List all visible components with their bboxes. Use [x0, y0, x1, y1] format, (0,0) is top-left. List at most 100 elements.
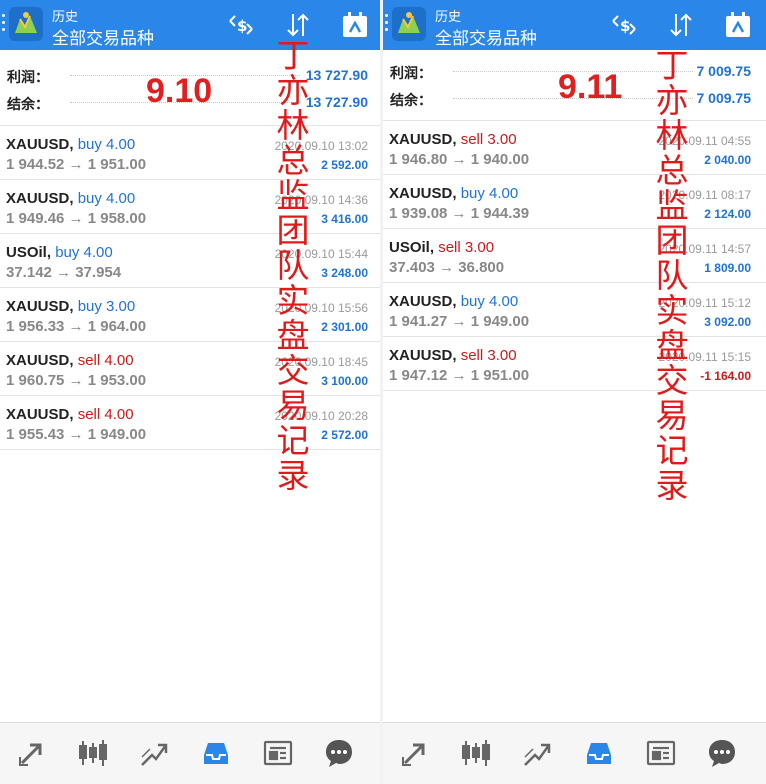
trade-row[interactable]: XAUUSD, buy 3.00 1 956.33 → 1 964.00 202… [0, 288, 380, 342]
trade-profit: 1 809.00 [704, 261, 751, 275]
calendar-icon[interactable] [340, 10, 370, 40]
trade-row[interactable]: XAUUSD, buy 4.00 1 949.46 → 1 958.00 202… [0, 180, 380, 234]
balance-value: 13 727.90 [305, 94, 368, 110]
account-summary: 利润： 7 009.75 结余： 7 009.75 9.11 [383, 50, 766, 122]
news-icon[interactable] [262, 737, 294, 769]
trade-prices: 1 960.75 → 1 953.00 [6, 372, 147, 389]
trade-symbol: USOil, [6, 244, 52, 261]
trade-row[interactable]: USOil, sell 3.00 37.403 → 36.800 2020.09… [383, 229, 766, 283]
trade-icon[interactable] [138, 737, 170, 769]
history-icon[interactable] [200, 737, 232, 769]
trade-profit: 2 592.00 [321, 158, 368, 172]
bottom-navigation [383, 722, 766, 784]
trade-symbol: XAUUSD, [6, 406, 74, 423]
trade-side: buy 4.00 [460, 185, 519, 202]
trade-side: sell 4.00 [77, 406, 134, 423]
date-annotation: 9.10 [146, 72, 213, 110]
chat-icon[interactable] [706, 737, 738, 769]
trade-profit: 3 100.00 [321, 374, 368, 388]
trade-prices: 37.403 → 36.800 [389, 259, 505, 276]
header-title: 历史 [435, 9, 462, 24]
trade-symbol: XAUUSD, [6, 298, 74, 315]
symbol-filter[interactable]: 全部交易品种 [52, 24, 154, 49]
svg-text:$: $ [620, 17, 630, 35]
trade-prices: 1 956.33 → 1 964.00 [6, 318, 147, 335]
trade-symbol: XAUUSD, [389, 293, 457, 310]
quotes-icon[interactable] [16, 737, 48, 769]
trade-side: sell 3.00 [460, 131, 517, 148]
trade-side: sell 3.00 [438, 239, 495, 256]
trade-symbol: XAUUSD, [6, 352, 74, 369]
chart-candlestick-icon[interactable] [460, 737, 492, 769]
bottom-navigation [0, 722, 380, 784]
profit-value: 13 727.90 [305, 67, 368, 83]
balance-value: 7 009.75 [696, 90, 752, 106]
trade-row[interactable]: XAUUSD, sell 4.00 1 960.75 → 1 953.00 20… [0, 342, 380, 396]
menu-dots-icon[interactable] [2, 14, 5, 36]
sort-icon[interactable] [666, 10, 696, 40]
trade-prices: 1 941.27 → 1 949.00 [389, 313, 530, 330]
history-screen-right: 历史 全部交易品种 $ 利润： 7 009.75 结余： 7 009.75 9.… [383, 0, 766, 784]
trade-prices: 1 944.52 → 1 951.00 [6, 156, 147, 173]
trade-row[interactable]: XAUUSD, buy 4.00 1 941.27 → 1 949.00 202… [383, 283, 766, 337]
balance-label: 结余： [390, 92, 432, 108]
trade-profit: 3 416.00 [321, 212, 368, 226]
symbol-filter[interactable]: 全部交易品种 [435, 24, 537, 49]
team-record-watermark: 丁亦林总监团队实盘交易记录 [276, 36, 310, 495]
trade-symbol: XAUUSD, [389, 185, 457, 202]
trade-profit: 3 092.00 [704, 315, 751, 329]
trade-side: buy 3.00 [77, 298, 136, 315]
balance-label: 结余： [7, 96, 49, 112]
svg-text:$: $ [237, 17, 247, 35]
trade-prices: 1 955.43 → 1 949.00 [6, 426, 147, 443]
trade-side: sell 4.00 [77, 352, 134, 369]
trade-row[interactable]: XAUUSD, buy 4.00 1 944.52 → 1 951.00 202… [0, 126, 380, 180]
trade-side: buy 4.00 [460, 293, 519, 310]
trade-prices: 37.142 → 37.954 [6, 264, 122, 281]
trade-profit: 2 572.00 [321, 428, 368, 442]
trade-row[interactable]: XAUUSD, buy 4.00 1 939.08 → 1 944.39 202… [383, 175, 766, 229]
profit-label: 利润： [390, 65, 432, 81]
app-header: 历史 全部交易品种 $ [383, 0, 766, 50]
trade-row[interactable]: XAUUSD, sell 4.00 1 955.43 → 1 949.00 20… [0, 396, 380, 450]
profit-value: 7 009.75 [696, 63, 752, 79]
trade-side: buy 4.00 [55, 244, 113, 261]
trade-row[interactable]: XAUUSD, sell 3.00 1 946.80 → 1 940.00 20… [383, 121, 766, 175]
trade-side: buy 4.00 [77, 190, 136, 207]
trade-prices: 1 946.80 → 1 940.00 [389, 151, 530, 168]
team-record-watermark: 丁亦林总监团队实盘交易记录 [655, 46, 689, 505]
trade-symbol: USOil, [389, 239, 435, 256]
trade-profit: 2 301.00 [321, 320, 368, 334]
quotes-icon[interactable] [399, 737, 431, 769]
trade-symbol: XAUUSD, [6, 190, 74, 207]
account-summary: 利润： 13 727.90 结余： 13 727.90 9.10 [0, 50, 380, 122]
metatrader-logo-icon [9, 7, 43, 41]
metatrader-logo-icon [392, 7, 426, 41]
profit-label: 利润： [7, 69, 49, 85]
trade-prices: 1 947.12 → 1 951.00 [389, 367, 530, 384]
date-annotation: 9.11 [558, 68, 623, 106]
news-icon[interactable] [645, 737, 677, 769]
currency-exchange-icon[interactable]: $ [609, 10, 639, 40]
chat-icon[interactable] [323, 737, 355, 769]
currency-exchange-icon[interactable]: $ [226, 10, 256, 40]
trade-side: buy 4.00 [77, 136, 136, 153]
history-icon[interactable] [583, 737, 615, 769]
trade-row[interactable]: XAUUSD, sell 3.00 1 947.12 → 1 951.00 20… [383, 337, 766, 391]
trade-profit: 2 124.00 [704, 207, 751, 221]
chart-candlestick-icon[interactable] [77, 737, 109, 769]
trade-prices: 1 939.08 → 1 944.39 [389, 205, 530, 222]
app-header: 历史 全部交易品种 $ [0, 0, 380, 50]
trade-symbol: XAUUSD, [389, 347, 457, 364]
trade-profit: 3 248.00 [321, 266, 368, 280]
trade-symbol: XAUUSD, [389, 131, 457, 148]
trade-profit: -1 164.00 [700, 369, 751, 383]
menu-dots-icon[interactable] [385, 14, 388, 36]
trade-icon[interactable] [521, 737, 553, 769]
calendar-icon[interactable] [723, 10, 753, 40]
history-screen-left: 历史 全部交易品种 $ 利润： 13 727.90 结余： 13 727.90 … [0, 0, 380, 784]
trade-prices: 1 949.46 → 1 958.00 [6, 210, 147, 227]
trade-row[interactable]: USOil, buy 4.00 37.142 → 37.954 2020.09.… [0, 234, 380, 288]
trade-profit: 2 040.00 [704, 153, 751, 167]
trade-symbol: XAUUSD, [6, 136, 74, 153]
